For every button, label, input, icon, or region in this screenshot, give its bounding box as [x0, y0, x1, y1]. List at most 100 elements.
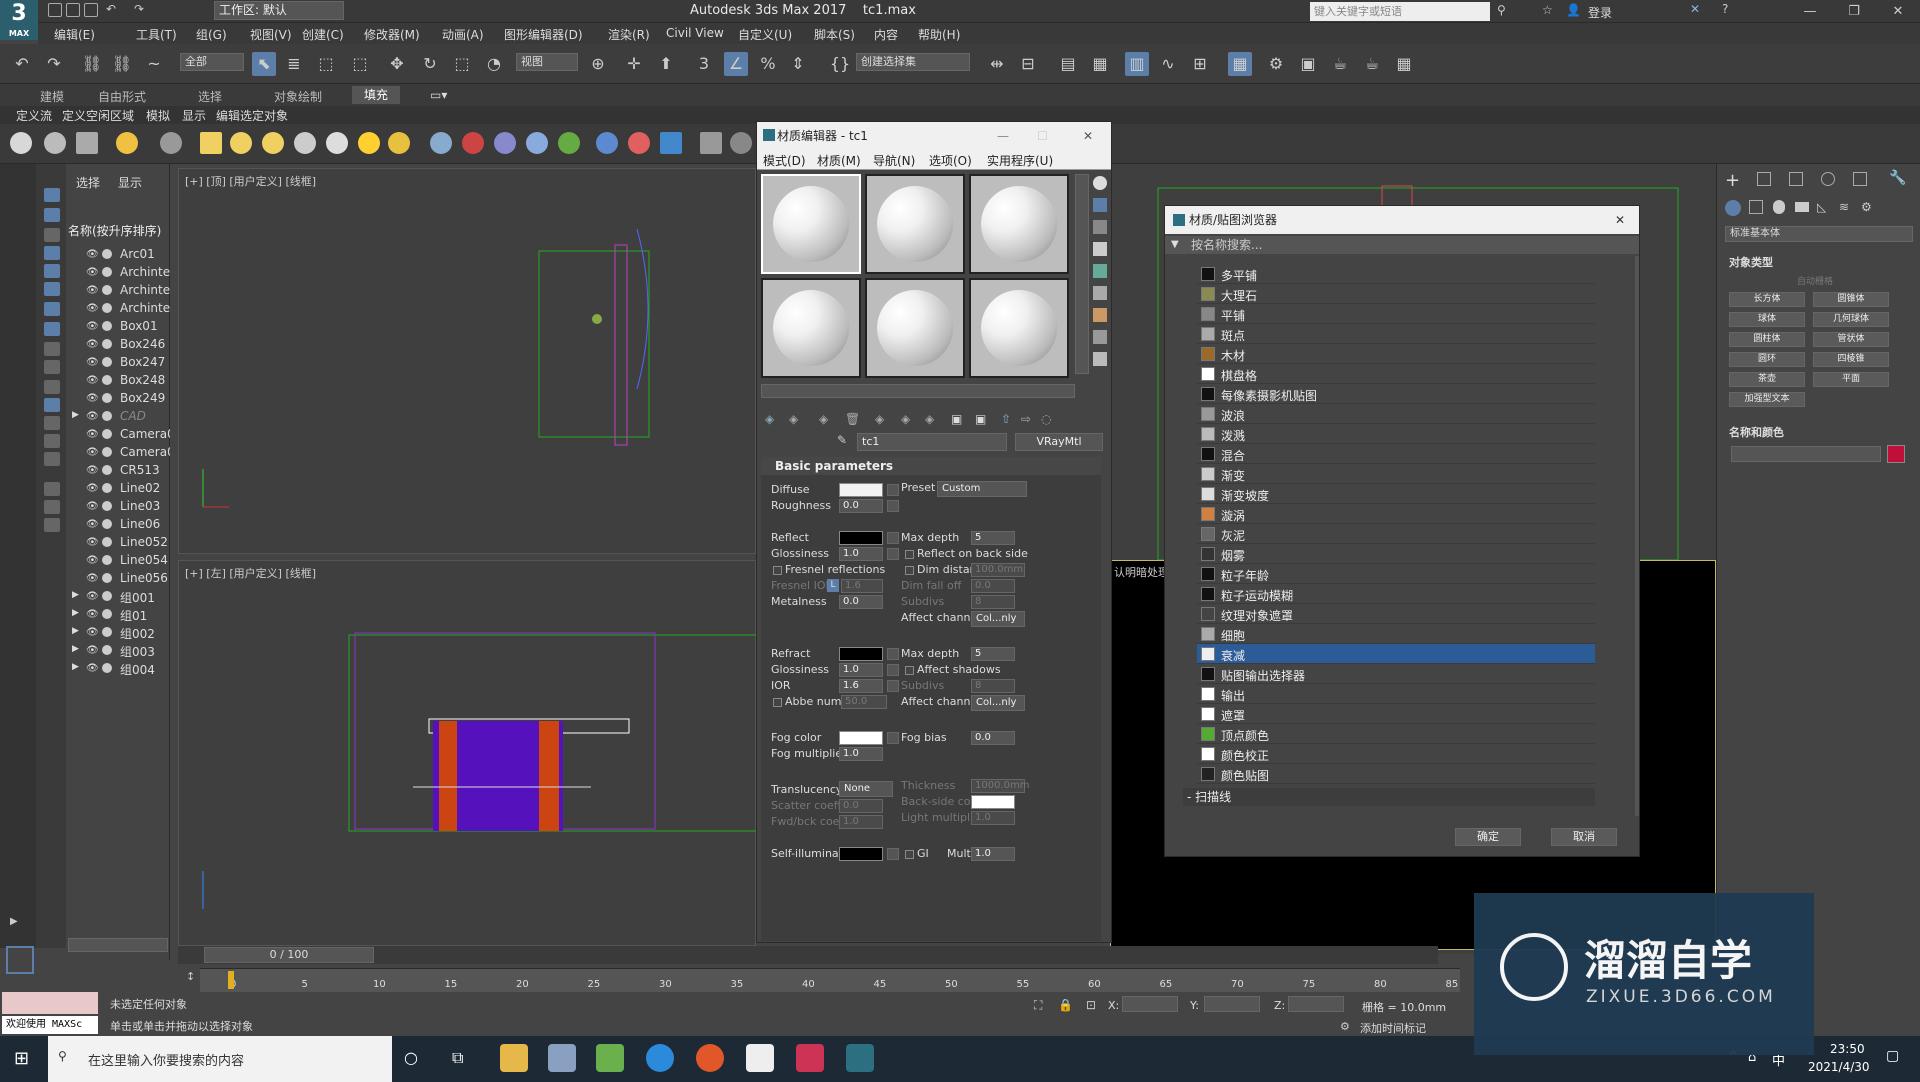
link-icon[interactable]: ⛓ [80, 52, 104, 76]
render-iterative-icon[interactable]: ☕ [1360, 52, 1384, 76]
time-slider[interactable]: 0 / 100 [178, 946, 1438, 964]
scene-list-item[interactable]: ▶ 👁 组01 [66, 606, 170, 624]
menu-utilities[interactable]: 实用程序(U) [987, 152, 1053, 169]
camera-filter-icon[interactable] [44, 518, 60, 532]
pivot-icon[interactable]: ⊕ [586, 52, 610, 76]
edit-selected-button[interactable]: 编辑选定对象 [216, 107, 288, 124]
object-color-swatch[interactable] [1887, 445, 1905, 463]
scene-list-item[interactable]: 👁 Box247 [66, 354, 170, 372]
assign-to-selection-icon[interactable]: ◈ [819, 412, 828, 426]
expand-arrow-icon[interactable]: ▶ [72, 644, 79, 654]
map-list-item[interactable]: 平铺 [1197, 304, 1595, 324]
sample-slot[interactable] [865, 174, 965, 274]
camera-icon[interactable] [160, 132, 182, 154]
app-icon[interactable] [796, 1044, 824, 1072]
go-forward-sibling-icon[interactable]: ⇨ [1021, 412, 1031, 426]
refract-map-button[interactable] [887, 648, 899, 660]
scene-list-item[interactable]: 👁 Line054 [66, 552, 170, 570]
menu-item[interactable]: 视图(V) [250, 26, 292, 43]
primitive-button[interactable]: 茶壶 [1729, 372, 1805, 387]
search-input[interactable]: 键入关键字或短语 [1310, 2, 1490, 21]
ok-button[interactable]: 确定 [1455, 828, 1521, 846]
roughness-map-button[interactable] [887, 500, 899, 512]
visibility-eye-icon[interactable]: 👁 [86, 375, 99, 386]
object-category-dropdown[interactable]: 标准基本体 [1725, 226, 1913, 242]
sample-slot[interactable] [865, 278, 965, 378]
toggle-ribbon-icon[interactable]: ▦ [1088, 52, 1112, 76]
slots-vertical-scrollbar[interactable] [1075, 174, 1089, 374]
reflect-map-button[interactable] [887, 532, 899, 544]
frame-buffer-icon[interactable] [76, 132, 98, 154]
thickness-spinner[interactable]: 1000.0mm [971, 779, 1029, 793]
preset-dropdown[interactable]: Custom [937, 481, 1027, 497]
translucency-dropdown[interactable]: None [839, 781, 893, 797]
keyboard-shortcut-icon[interactable]: ⬆ [654, 52, 678, 76]
primitive-button[interactable]: 长方体 [1729, 292, 1805, 307]
go-to-parent-icon[interactable]: ⇧ [1001, 412, 1011, 426]
tab-display[interactable]: 显示 [118, 174, 142, 191]
primitive-button[interactable]: 管状体 [1813, 332, 1889, 347]
subdivs-spinner[interactable]: 8 [971, 595, 1015, 609]
menu-modes[interactable]: 模式(D) [763, 152, 806, 169]
glossiness-spinner[interactable]: 1.0 [839, 547, 883, 561]
primitive-button[interactable]: 球体 [1729, 312, 1805, 327]
uv-tiling-icon[interactable] [1093, 242, 1107, 256]
rotate-icon[interactable]: ↻ [418, 52, 442, 76]
scene-list-item[interactable]: ▶ 👁 组001 [66, 588, 170, 606]
map-list-item[interactable]: 纹理对象遮罩 [1197, 604, 1595, 624]
browser-scrollbar[interactable] [1635, 256, 1639, 816]
close-button[interactable]: ✕ [1615, 206, 1625, 234]
filter-frozen-icon[interactable] [44, 380, 60, 394]
scene-list-item[interactable]: 👁 Box246 [66, 336, 170, 354]
expand-arrow-icon[interactable]: ▶ [72, 626, 79, 636]
filter-spacewarps-icon[interactable] [44, 282, 60, 296]
sample-slot[interactable] [969, 278, 1069, 378]
menu-item[interactable]: 内容 [874, 26, 898, 43]
backlight-icon[interactable] [1093, 198, 1107, 212]
edit-named-sel-icon[interactable]: {} [828, 52, 852, 76]
tab-populate[interactable]: 填充 [352, 86, 401, 104]
simulate-button[interactable]: 模拟 [146, 107, 170, 124]
abbe-spinner[interactable]: 50.0 [841, 695, 887, 709]
select-by-name-icon[interactable]: ≣ [282, 52, 306, 76]
map-list-item[interactable]: 每像素摄影机贴图 [1197, 384, 1595, 404]
taskbar-search[interactable]: ⚲ 在这里输入你要搜索的内容 [48, 1036, 392, 1082]
new-file-icon[interactable] [48, 3, 62, 17]
y-coord-field[interactable] [1204, 996, 1260, 1012]
menu-navigation[interactable]: 导航(N) [873, 152, 915, 169]
object-name-field[interactable] [1731, 446, 1881, 462]
menu-item[interactable]: Civil View [666, 26, 724, 40]
cancel-button[interactable]: 取消 [1551, 828, 1617, 846]
z-coord-field[interactable] [1288, 996, 1344, 1012]
scene-list-item[interactable]: 👁 Archinter [66, 282, 170, 300]
tab-modeling[interactable]: 建模 [40, 88, 64, 105]
render-production-icon[interactable]: ☕ [1328, 52, 1352, 76]
scene-list-item[interactable]: 👁 Arc01 [66, 246, 170, 264]
name-color-rollout[interactable]: 名称和颜色 [1729, 424, 1784, 440]
ribbon-options-icon[interactable]: ▭▾ [430, 88, 447, 102]
geometry-icon[interactable] [1725, 200, 1741, 216]
material-ball-icon[interactable] [596, 132, 618, 154]
isolate-icon[interactable]: ⛶ [1034, 998, 1042, 1013]
sample-slot[interactable] [761, 278, 861, 378]
map-list-item[interactable]: 渐变坡度 [1197, 484, 1595, 504]
menu-item[interactable]: 脚本(S) [814, 26, 855, 43]
dome-light-icon[interactable] [230, 132, 252, 154]
close-button[interactable]: ✕ [1083, 122, 1093, 150]
clock-time[interactable]: 23:50 [1830, 1042, 1865, 1056]
track-bar[interactable]: 0510152025303540455055606570758085 [200, 968, 1460, 992]
mirror-icon[interactable]: ⇹ [985, 52, 1009, 76]
map-list-item[interactable]: 木材 [1197, 344, 1595, 364]
primitive-button[interactable]: 圆环 [1729, 352, 1805, 367]
scene-list-item[interactable]: ▶ 👁 组003 [66, 642, 170, 660]
primitive-button[interactable]: 加强型文本 [1729, 392, 1805, 407]
scene-list-item[interactable]: 👁 Archinter [66, 264, 170, 282]
visibility-eye-icon[interactable]: 👁 [86, 285, 99, 296]
selection-filter-dropdown[interactable]: 全部 [180, 53, 244, 71]
frame-counter[interactable]: 0 / 100 [204, 947, 374, 963]
angle-snap-icon[interactable]: ∠ [724, 52, 748, 76]
tab-object-paint[interactable]: 对象绘制 [274, 88, 322, 105]
menu-item[interactable]: 动画(A) [442, 26, 484, 43]
map-list-item[interactable]: 贴图输出选择器 [1197, 664, 1595, 684]
notification-icon[interactable]: ▢ [1886, 1048, 1899, 1064]
